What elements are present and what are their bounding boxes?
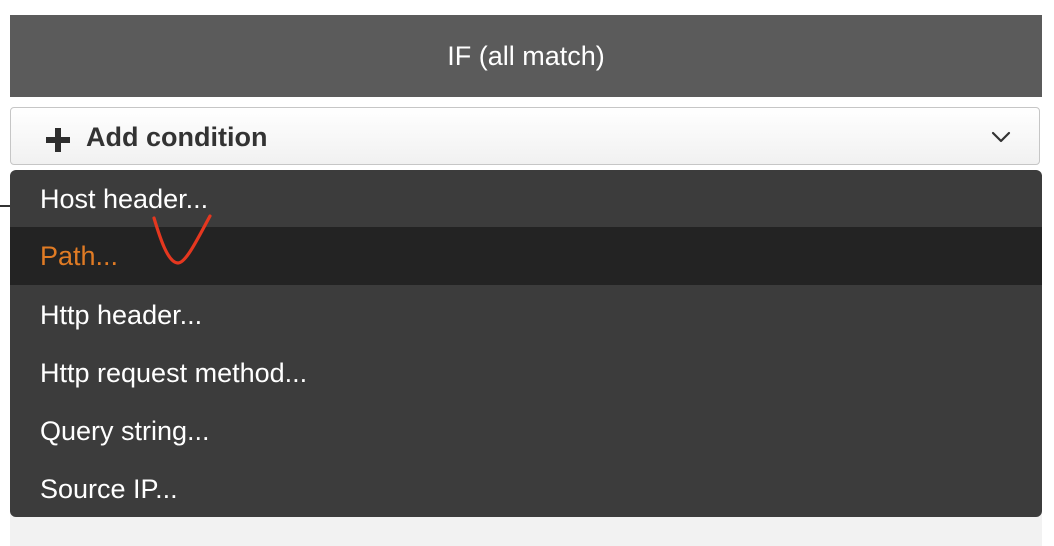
chevron-down-icon[interactable] bbox=[991, 130, 1011, 144]
menu-item-http-request-method[interactable]: Http request method... bbox=[10, 344, 1042, 402]
condition-group-header: IF (all match) bbox=[10, 15, 1042, 97]
page: IF (all match) Add condition Host header… bbox=[0, 0, 1054, 546]
menu-item-path[interactable]: Path... bbox=[10, 227, 1042, 285]
menu-item-label: Http request method... bbox=[40, 358, 308, 388]
condition-group-title: IF (all match) bbox=[447, 40, 605, 71]
divider-tick bbox=[0, 205, 10, 207]
plus-icon bbox=[46, 128, 70, 152]
menu-item-label: Query string... bbox=[40, 416, 210, 446]
menu-item-host-header[interactable]: Host header... bbox=[10, 170, 1042, 228]
menu-item-label: Host header... bbox=[40, 184, 209, 214]
condition-type-menu: Host header... Path... Http header... Ht… bbox=[10, 170, 1042, 517]
menu-item-label: Source IP... bbox=[40, 474, 178, 504]
menu-item-query-string[interactable]: Query string... bbox=[10, 402, 1042, 460]
add-condition-label: Add condition bbox=[86, 122, 268, 152]
menu-item-http-header[interactable]: Http header... bbox=[10, 286, 1042, 344]
menu-item-label: Http header... bbox=[40, 300, 203, 330]
add-condition-button[interactable]: Add condition bbox=[10, 107, 1040, 165]
menu-item-source-ip[interactable]: Source IP... bbox=[10, 460, 1042, 517]
menu-item-label: Path... bbox=[40, 241, 119, 271]
